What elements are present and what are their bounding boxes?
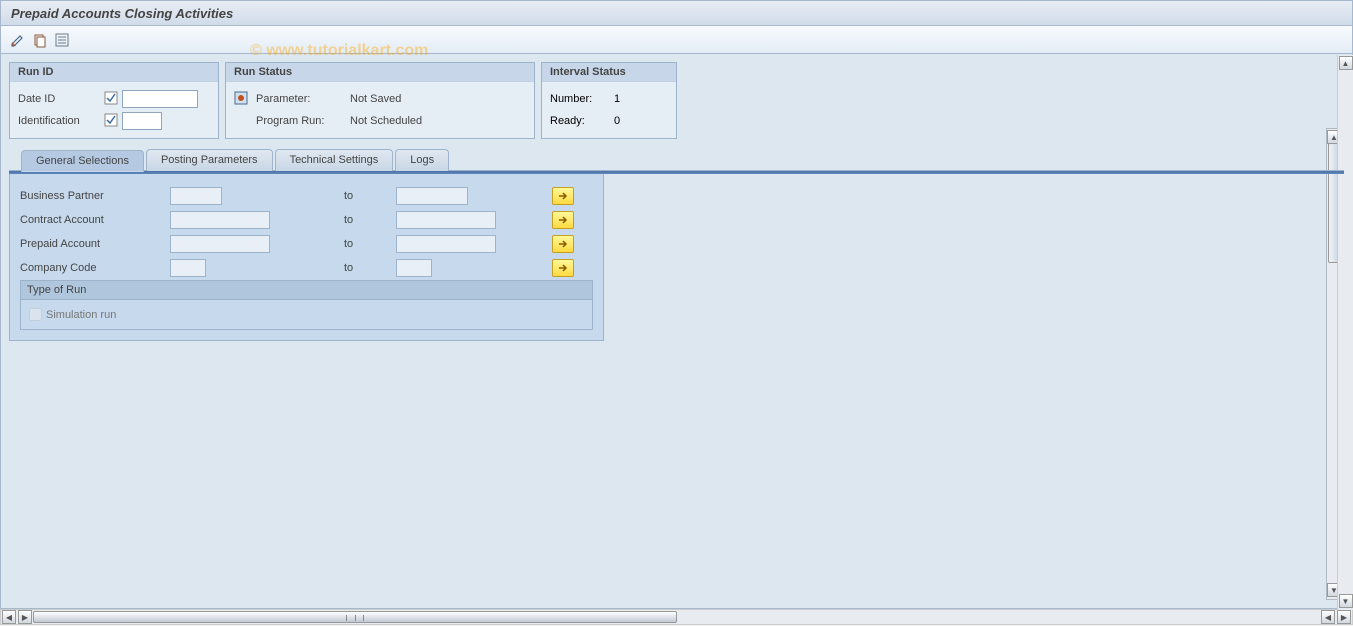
list-icon[interactable] xyxy=(53,31,71,49)
scroll-up-icon[interactable]: ▲ xyxy=(1339,56,1353,70)
program-run-value: Not Scheduled xyxy=(350,115,422,127)
tab-logs[interactable]: Logs xyxy=(395,149,449,171)
company-code-label: Company Code xyxy=(20,262,170,274)
tab-technical-settings[interactable]: Technical Settings xyxy=(275,149,394,171)
panel-run-status-title: Run Status xyxy=(226,63,534,81)
content-area: Run ID Date ID Identification xyxy=(0,54,1353,609)
contract-account-label: Contract Account xyxy=(20,214,170,226)
company-code-from[interactable] xyxy=(170,259,206,277)
date-id-label: Date ID xyxy=(18,93,100,105)
ready-label: Ready: xyxy=(550,115,610,127)
to-label: to xyxy=(344,262,384,274)
business-partner-multiple-icon[interactable] xyxy=(552,187,574,205)
parameter-label: Parameter: xyxy=(256,93,346,105)
outer-scrollbar-vertical[interactable]: ▲ ▼ xyxy=(1337,55,1353,610)
panel-interval-status: Interval Status Number: 1 Ready: 0 xyxy=(541,62,677,139)
type-of-run-panel: Type of Run Simulation run xyxy=(20,280,593,330)
required-icon xyxy=(104,113,118,127)
scroll-right-end-icon[interactable]: ▶ xyxy=(1337,610,1351,624)
page-title: Prepaid Accounts Closing Activities xyxy=(11,6,233,21)
prepaid-account-multiple-icon[interactable] xyxy=(552,235,574,253)
parameter-value: Not Saved xyxy=(350,93,401,105)
simulation-run-row[interactable]: Simulation run xyxy=(29,308,584,321)
number-label: Number: xyxy=(550,93,610,105)
toolbar xyxy=(0,26,1353,54)
to-label: to xyxy=(344,238,384,250)
tabs-container: General Selections Posting Parameters Te… xyxy=(9,149,1344,341)
prepaid-account-to[interactable] xyxy=(396,235,496,253)
prepaid-account-from[interactable] xyxy=(170,235,270,253)
edit-icon[interactable] xyxy=(9,31,27,49)
copy-icon[interactable] xyxy=(31,31,49,49)
type-of-run-title: Type of Run xyxy=(21,281,592,300)
scroll-left-icon[interactable]: ◀ xyxy=(2,610,16,624)
to-label: to xyxy=(344,190,384,202)
business-partner-from[interactable] xyxy=(170,187,222,205)
tab-posting-parameters[interactable]: Posting Parameters xyxy=(146,149,273,171)
to-label: to xyxy=(344,214,384,226)
business-partner-to[interactable] xyxy=(396,187,468,205)
simulation-run-label: Simulation run xyxy=(46,309,116,321)
required-icon xyxy=(104,91,118,105)
contract-account-multiple-icon[interactable] xyxy=(552,211,574,229)
scroll-track[interactable] xyxy=(33,610,1320,624)
scroll-right-icon[interactable]: ▶ xyxy=(18,610,32,624)
panel-run-id-title: Run ID xyxy=(10,63,218,81)
title-bar: Prepaid Accounts Closing Activities xyxy=(0,0,1353,26)
panel-interval-title: Interval Status xyxy=(542,63,676,81)
panel-run-id: Run ID Date ID Identification xyxy=(9,62,219,139)
contract-account-to[interactable] xyxy=(396,211,496,229)
panel-run-status: Run Status Parameter: Not Saved Program … xyxy=(225,62,535,139)
horizontal-scrollbar[interactable]: ◀ ▶ ◀ ▶ xyxy=(0,609,1353,625)
tab-content: Business Partner to Contract Account to xyxy=(9,174,604,341)
scroll-down-icon[interactable]: ▼ xyxy=(1339,594,1353,608)
simulation-run-checkbox[interactable] xyxy=(29,308,42,321)
company-code-to[interactable] xyxy=(396,259,432,277)
ready-value: 0 xyxy=(614,115,620,127)
identification-label: Identification xyxy=(18,115,100,127)
number-value: 1 xyxy=(614,93,620,105)
scroll-thumb-h[interactable] xyxy=(33,611,677,623)
business-partner-label: Business Partner xyxy=(20,190,170,202)
contract-account-from[interactable] xyxy=(170,211,270,229)
identification-input[interactable] xyxy=(122,112,162,130)
parameter-icon xyxy=(234,91,248,105)
program-run-label: Program Run: xyxy=(256,115,346,127)
scroll-left-end-icon[interactable]: ◀ xyxy=(1321,610,1335,624)
tab-general-selections[interactable]: General Selections xyxy=(21,150,144,172)
panels-row: Run ID Date ID Identification xyxy=(9,62,1344,139)
prepaid-account-label: Prepaid Account xyxy=(20,238,170,250)
date-id-input[interactable] xyxy=(122,90,198,108)
company-code-multiple-icon[interactable] xyxy=(552,259,574,277)
